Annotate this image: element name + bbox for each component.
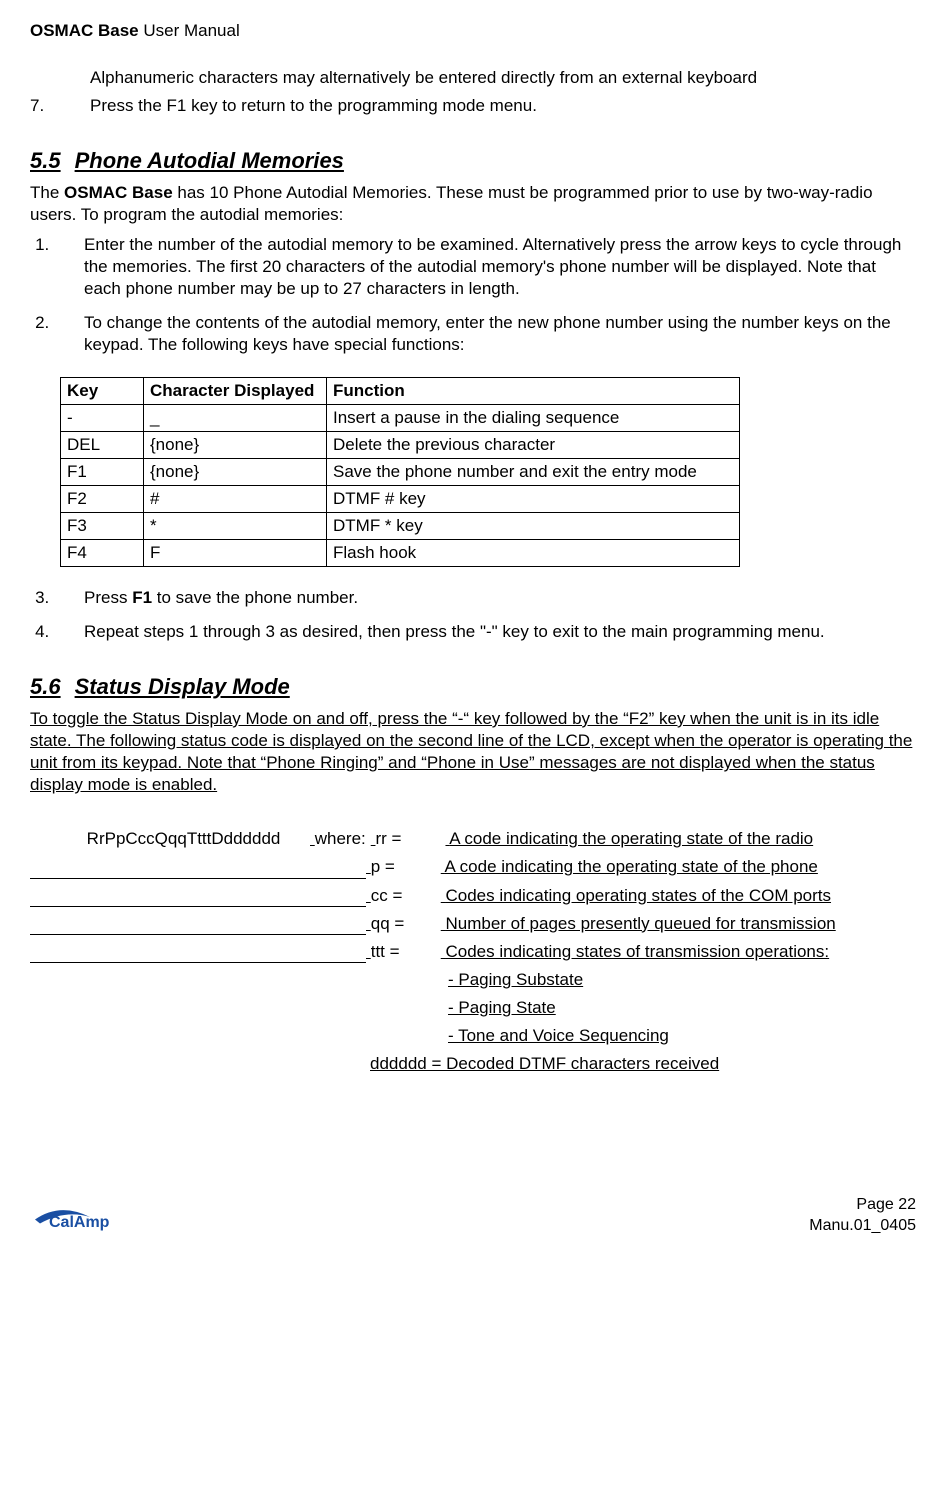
dddddd-row: dddddd = Decoded DTMF characters receive… xyxy=(370,1053,916,1075)
status-row-cc: cc = Codes indicating operating states o… xyxy=(30,885,916,907)
table-row: - _ Insert a pause in the dialing sequen… xyxy=(61,404,740,431)
cell-func: Insert a pause in the dialing sequence xyxy=(327,404,740,431)
doc-id: Manu.01_0405 xyxy=(809,1216,916,1237)
cell-func: DTMF # key xyxy=(327,485,740,512)
sec55-step-list: Enter the number of the autodial memory … xyxy=(30,234,916,356)
cell-char: _ xyxy=(144,404,327,431)
cell-func: DTMF * key xyxy=(327,513,740,540)
calamp-logo: CalAmp xyxy=(30,1197,140,1237)
svg-text:CalAmp: CalAmp xyxy=(49,1214,110,1231)
table-row: F2 # DTMF # key xyxy=(61,485,740,512)
sec55-step-3: Press F1 to save the phone number. xyxy=(54,587,916,609)
sec56-para: To toggle the Status Display Mode on and… xyxy=(30,708,916,796)
page-header: OSMAC Base User Manual xyxy=(30,20,916,42)
step3-prefix: Press xyxy=(84,588,132,607)
step3-bold: F1 xyxy=(132,588,152,607)
step3-suffix: to save the phone number. xyxy=(152,588,358,607)
status-desc: Codes indicating operating states of the… xyxy=(445,886,831,905)
status-desc: Codes indicating states of transmission … xyxy=(445,942,829,961)
th-func: Function xyxy=(327,377,740,404)
section-5-5-num: 5.5 xyxy=(30,148,61,173)
cell-char: {none} xyxy=(144,431,327,458)
cell-key: - xyxy=(61,404,144,431)
table-row: F1 {none} Save the phone number and exit… xyxy=(61,458,740,485)
sec55-step-2: To change the contents of the autodial m… xyxy=(54,312,916,356)
cell-func: Save the phone number and exit the entry… xyxy=(327,458,740,485)
calamp-logo-icon: CalAmp xyxy=(30,1197,140,1237)
status-sym: qq = xyxy=(371,913,441,935)
step-7: 7. Press the F1 key to return to the pro… xyxy=(30,95,916,117)
status-desc: Number of pages presently queued for tra… xyxy=(445,914,835,933)
cell-key: F1 xyxy=(61,458,144,485)
sec55-step-1: Enter the number of the autodial memory … xyxy=(54,234,916,300)
ttt-sub-1: - Paging Substate xyxy=(448,969,916,991)
table-row: DEL {none} Delete the previous character xyxy=(61,431,740,458)
section-5-6-heading: 5.6 Status Display Mode xyxy=(30,673,916,702)
step-7-num: 7. xyxy=(30,95,90,117)
page-number: Page 22 xyxy=(809,1195,916,1216)
section-5-5-para: The OSMAC Base has 10 Phone Autodial Mem… xyxy=(30,182,916,226)
cell-char: * xyxy=(144,513,327,540)
section-5-5-title: Phone Autodial Memories xyxy=(75,148,344,173)
sec55-para-bold: OSMAC Base xyxy=(64,183,173,202)
sec55-para-prefix: The xyxy=(30,183,64,202)
cell-char: F xyxy=(144,540,327,567)
status-row-p: p = A code indicating the operating stat… xyxy=(30,856,916,878)
cell-key: F4 xyxy=(61,540,144,567)
status-sym: ttt = xyxy=(371,941,441,963)
cell-func: Delete the previous character xyxy=(327,431,740,458)
status-sym: rr = xyxy=(375,828,445,850)
page-footer: CalAmp Page 22 Manu.01_0405 xyxy=(30,1195,916,1237)
cell-char: # xyxy=(144,485,327,512)
status-code-block: RrPpCccQqqTtttDdddddd where: rr = A code… xyxy=(30,828,916,1075)
ttt-sub-2: - Paging State xyxy=(448,997,916,1019)
cell-char: {none} xyxy=(144,458,327,485)
section-5-6-num: 5.6 xyxy=(30,674,61,699)
status-row-rr: RrPpCccQqqTtttDdddddd where: rr = A code… xyxy=(30,828,916,850)
status-desc: A code indicating the operating state of… xyxy=(449,829,813,848)
status-sym: p = xyxy=(371,856,441,878)
cell-key: F3 xyxy=(61,513,144,540)
step-7-text: Press the F1 key to return to the progra… xyxy=(90,95,537,117)
product-name: OSMAC Base xyxy=(30,21,139,40)
ttt-sub-3: - Tone and Voice Sequencing xyxy=(448,1025,916,1047)
sec55-step-4: Repeat steps 1 through 3 as desired, the… xyxy=(54,621,916,643)
status-row-pad xyxy=(30,889,366,907)
section-5-5-heading: 5.5 Phone Autodial Memories xyxy=(30,147,916,176)
cell-key: F2 xyxy=(61,485,144,512)
status-code-string: RrPpCccQqqTtttDdddddd xyxy=(30,828,310,850)
status-desc: A code indicating the operating state of… xyxy=(445,857,818,876)
status-row-pad xyxy=(30,861,366,879)
table-row: F4 F Flash hook xyxy=(61,540,740,567)
cell-key: DEL xyxy=(61,431,144,458)
footer-right: Page 22 Manu.01_0405 xyxy=(809,1195,916,1237)
status-row-pad xyxy=(30,917,366,935)
alpha-note: Alphanumeric characters may alternativel… xyxy=(90,67,916,89)
status-row-pad xyxy=(30,945,366,963)
key-function-table: Key Character Displayed Function - _ Ins… xyxy=(60,377,740,568)
th-char: Character Displayed xyxy=(144,377,327,404)
where-label: where: xyxy=(315,828,371,850)
status-row-ttt: ttt = Codes indicating states of transmi… xyxy=(30,941,916,963)
section-5-6-title: Status Display Mode xyxy=(75,674,290,699)
sec55-step-list-2: Press F1 to save the phone number. Repea… xyxy=(30,587,916,643)
status-sym: cc = xyxy=(371,885,441,907)
table-row: F3 * DTMF * key xyxy=(61,513,740,540)
th-key: Key xyxy=(61,377,144,404)
status-row-qq: qq = Number of pages presently queued fo… xyxy=(30,913,916,935)
doc-type: User Manual xyxy=(143,21,239,40)
cell-func: Flash hook xyxy=(327,540,740,567)
